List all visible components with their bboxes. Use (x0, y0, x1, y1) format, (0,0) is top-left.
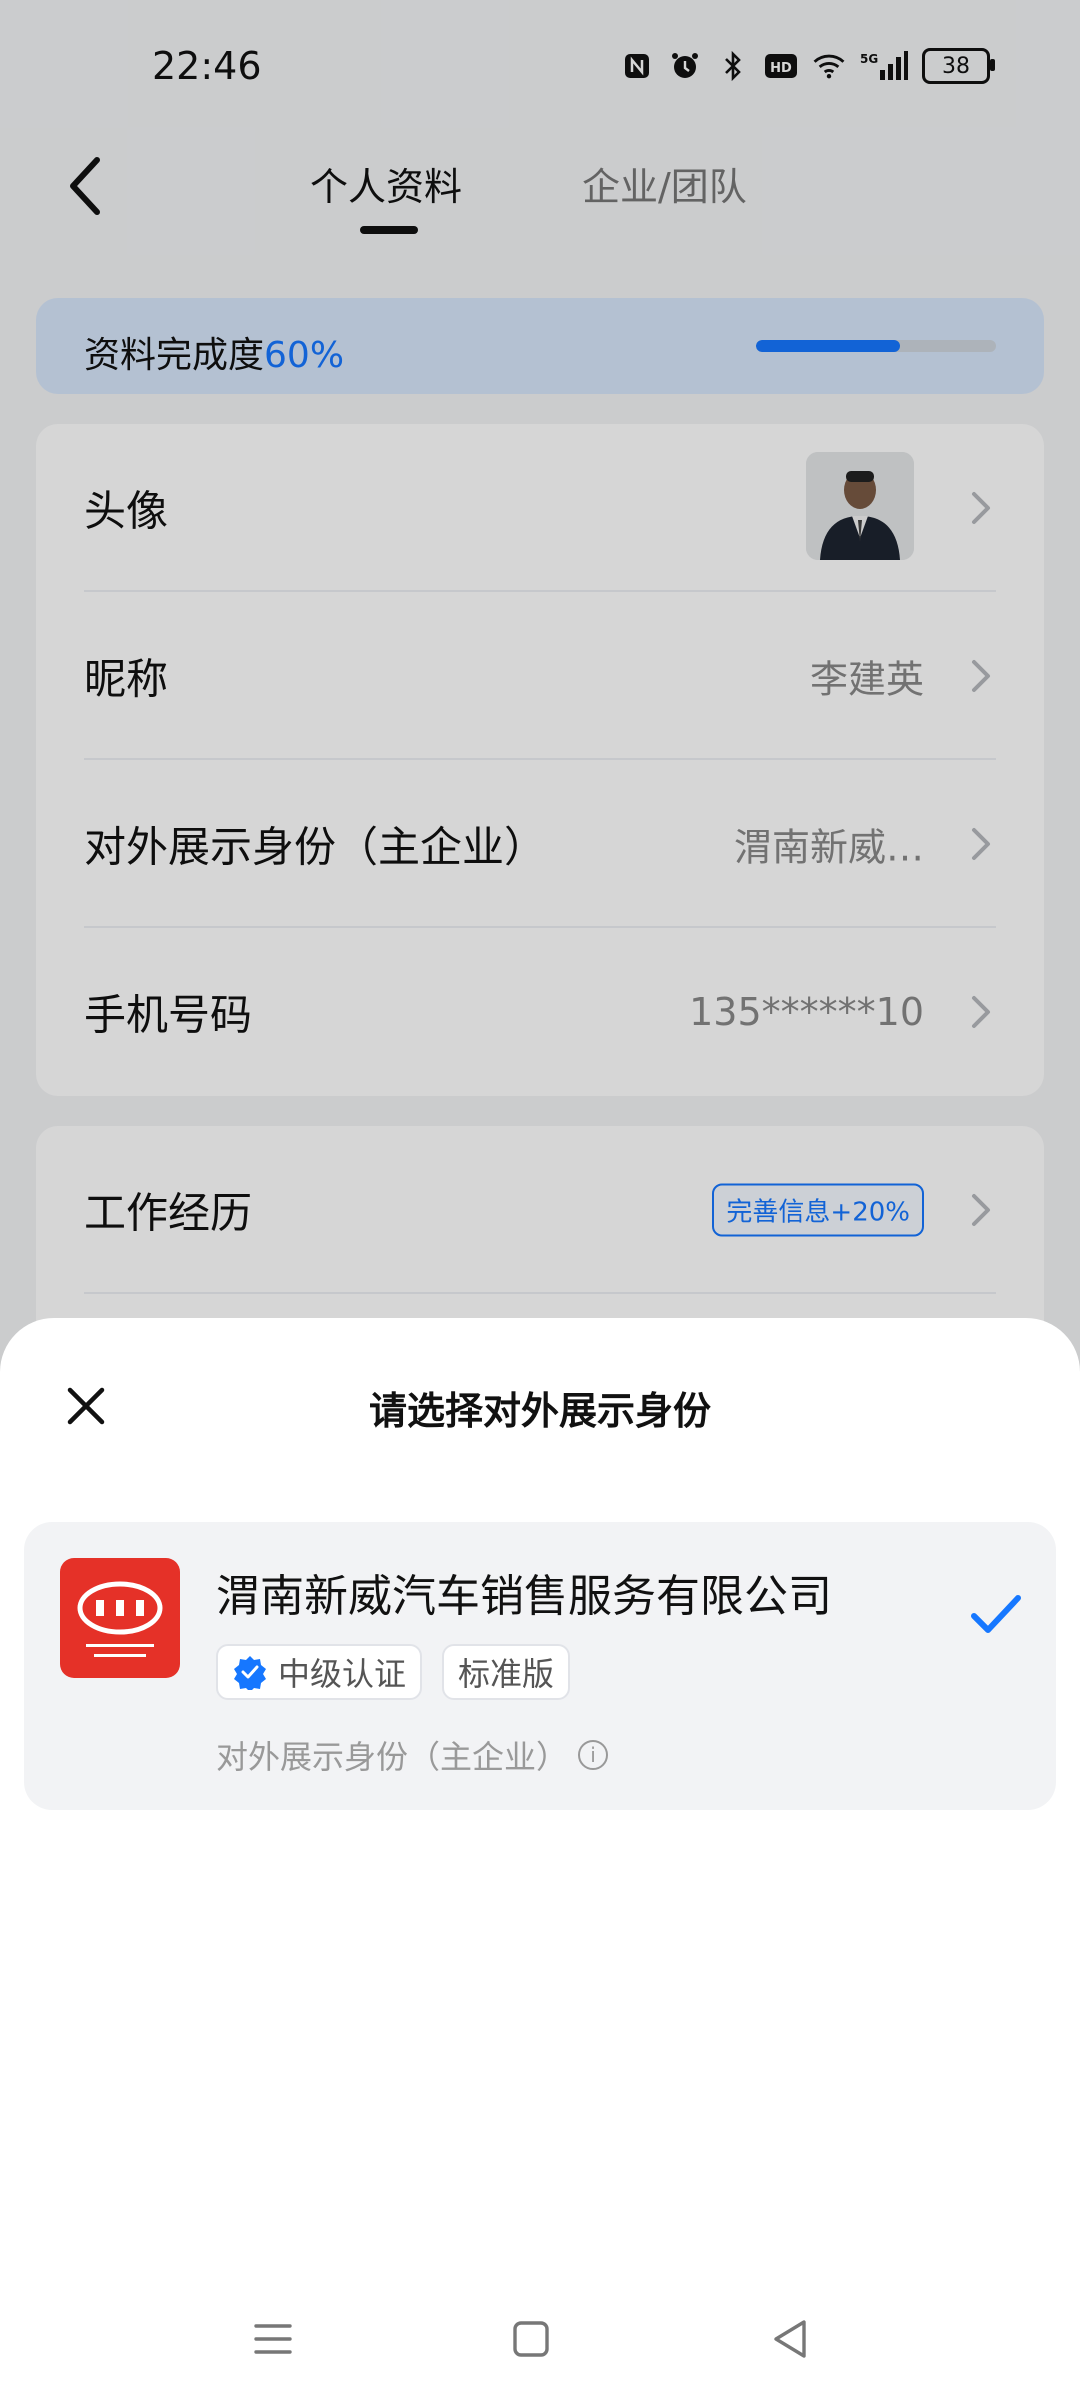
byd-logo (60, 1558, 180, 1678)
info-icon[interactable]: i (578, 1740, 609, 1770)
identity-picker-sheet: 请选择对外展示身份 渭南新威汽车销售服务有限公司 中级认证 标准版 对外展示身份… (0, 1318, 1080, 2400)
company-name: 渭南新威汽车销售服务有限公司 (216, 1571, 832, 1622)
sheet-title: 请选择对外展示身份 (368, 1389, 711, 1433)
edition-label: 标准版 (458, 1655, 555, 1693)
certification-badge: 中级认证 (216, 1644, 423, 1700)
identity-option[interactable]: 渭南新威汽车销售服务有限公司 中级认证 标准版 对外展示身份（主企业） i (24, 1522, 1056, 1810)
profile-screen: 22:46 HD 5G 38 个人资料 企业/团队 资料完成度60% 头像 昵称… (0, 0, 1080, 2400)
certification-label: 中级认证 (278, 1655, 407, 1693)
back-triangle-icon[interactable] (764, 2312, 818, 2366)
menu-icon[interactable] (246, 2312, 300, 2366)
identity-subtitle-text: 对外展示身份（主企业） (216, 1738, 569, 1776)
identity-subtitle: 对外展示身份（主企业） i (216, 1732, 609, 1778)
check-icon (971, 1595, 1021, 1633)
home-icon[interactable] (504, 2312, 558, 2366)
verified-icon (234, 1656, 266, 1690)
edition-badge: 标准版 (442, 1644, 571, 1700)
system-nav-bar (0, 2280, 1080, 2400)
